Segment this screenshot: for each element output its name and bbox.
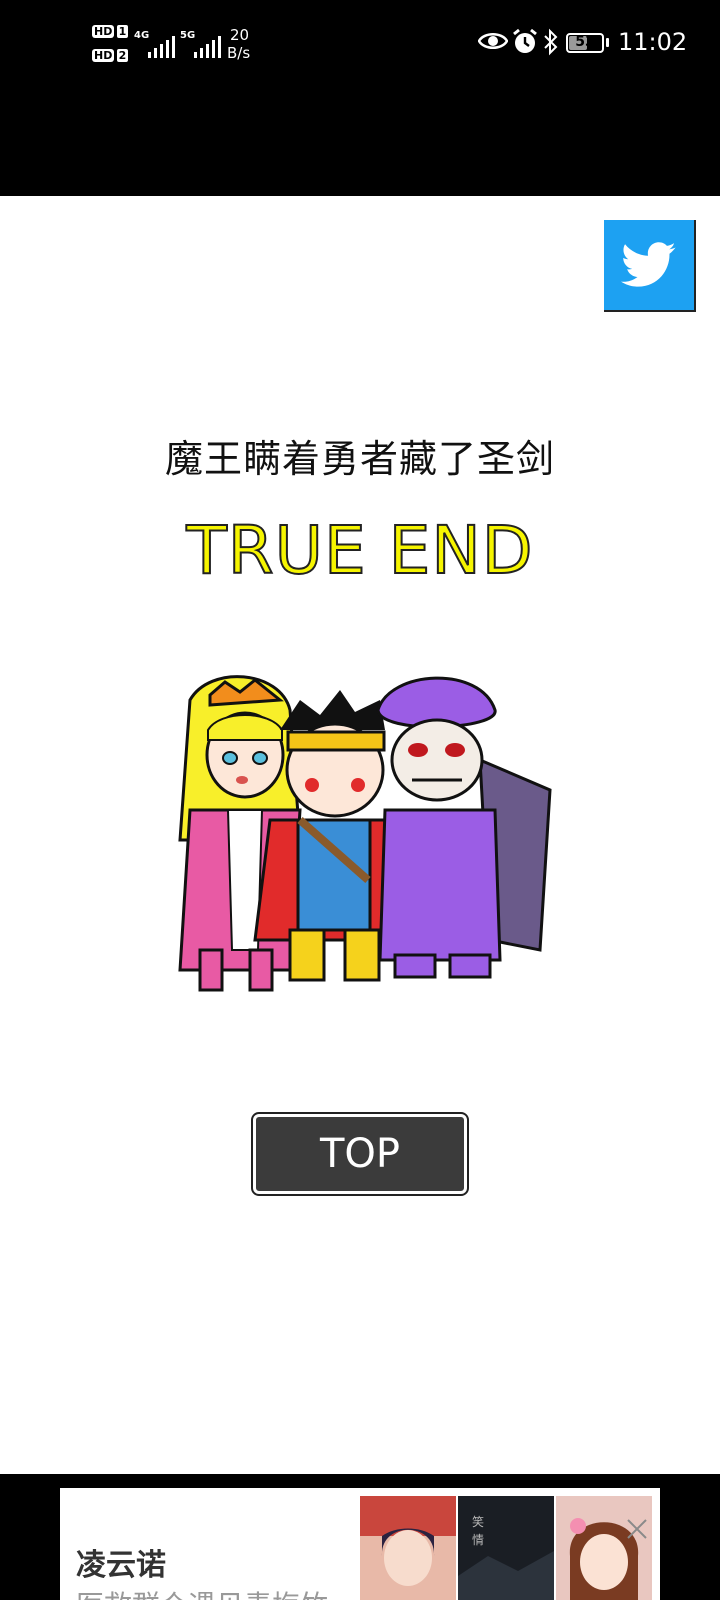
ad-image-3 <box>556 1496 652 1600</box>
battery-level: 53 <box>575 34 595 50</box>
status-right-group: 53 11:02 <box>478 24 688 64</box>
ad-title: 凌云诺 <box>76 1548 166 1583</box>
ad-description: 医救群众遇见青梅竹 <box>76 1584 328 1600</box>
status-bar: HD 1 HD 2 4G 5G 20 B/s 53 11:02 <box>0 0 720 196</box>
close-icon[interactable] <box>624 1516 650 1542</box>
alarm-icon <box>513 28 537 53</box>
ad-image-2: 笑 情 <box>458 1496 554 1600</box>
sim2-hd-badge: HD <box>92 49 115 62</box>
ad-banner: 凌云诺 医救群众遇见青梅竹 笑 情 <box>0 1474 720 1600</box>
network-type-1: 4G <box>134 30 150 41</box>
eye-icon <box>478 33 508 49</box>
svg-text:情: 情 <box>472 1533 484 1547</box>
sim2-number: 2 <box>117 49 128 62</box>
ending-title: TRUE END <box>185 511 534 590</box>
twitter-share-button[interactable] <box>604 220 696 312</box>
twitter-bird-icon <box>621 242 676 287</box>
top-button[interactable]: TOP <box>251 1112 469 1196</box>
clock-time: 11:02 <box>618 28 688 56</box>
ending-subtitle: 魔王瞒着勇者藏了圣剑 <box>164 437 555 481</box>
network-speed-unit: B/s <box>227 44 251 62</box>
network-speed-value: 20 <box>230 26 250 44</box>
signal-strength-2-icon <box>194 36 221 58</box>
network-type-2: 5G <box>180 30 196 41</box>
ad-card[interactable]: 凌云诺 医救群众遇见青梅竹 笑 情 <box>60 1488 660 1600</box>
battery-tip <box>606 38 609 47</box>
signal-strength-1-icon <box>148 36 175 58</box>
demon-king-character <box>376 676 552 979</box>
sim1-hd-badge: HD <box>92 25 115 38</box>
svg-text:笑: 笑 <box>472 1514 484 1529</box>
sim1-number: 1 <box>117 25 128 38</box>
bluetooth-icon <box>544 28 558 56</box>
battery-indicator: 53 <box>566 33 604 53</box>
ad-image-1 <box>360 1496 456 1600</box>
ending-illustration <box>178 675 552 992</box>
